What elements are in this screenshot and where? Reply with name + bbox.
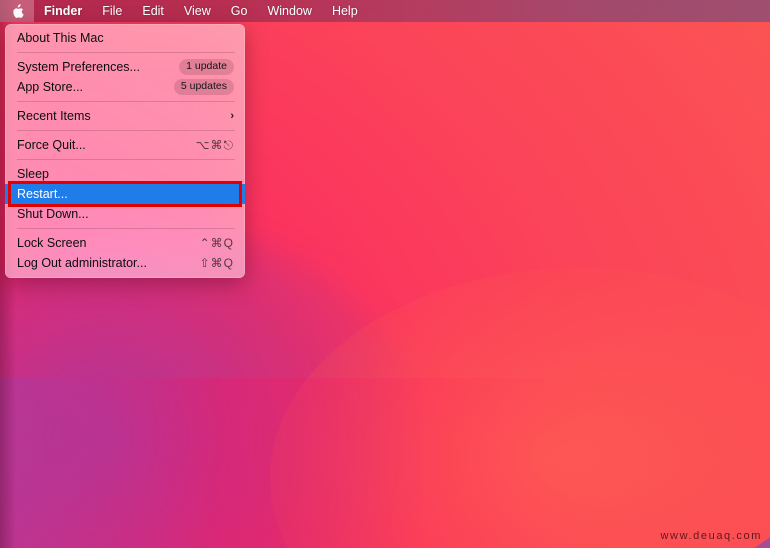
- menu-item-log-out[interactable]: Log Out administrator... ⇧⌘Q: [5, 253, 245, 273]
- desktop-screen: Finder File Edit View Go Window Help Abo…: [0, 0, 770, 548]
- menu-item-label: Shut Down...: [17, 207, 89, 221]
- menu-item-label: Sleep: [17, 167, 49, 181]
- menu-item-force-quit[interactable]: Force Quit... ⌥⌘⎋: [5, 135, 245, 155]
- menu-bar-item-go[interactable]: Go: [221, 0, 258, 22]
- menu-bar-item-finder[interactable]: Finder: [34, 0, 92, 22]
- menu-item-about-this-mac[interactable]: About This Mac: [5, 28, 245, 48]
- menu-bar: Finder File Edit View Go Window Help: [0, 0, 770, 22]
- menu-item-sleep[interactable]: Sleep: [5, 164, 245, 184]
- keyboard-shortcut: ⌥⌘⎋: [195, 137, 234, 152]
- menu-bar-item-window[interactable]: Window: [257, 0, 321, 22]
- keyboard-shortcut: ⇧⌘Q: [199, 256, 234, 270]
- menu-item-label: Force Quit...: [17, 138, 86, 152]
- menu-separator: [17, 52, 235, 53]
- menu-item-system-preferences[interactable]: System Preferences... 1 update: [5, 57, 245, 77]
- menu-item-label: System Preferences...: [17, 60, 140, 74]
- apple-menu-button[interactable]: [0, 0, 34, 22]
- menu-separator: [17, 228, 235, 229]
- menu-bar-item-edit[interactable]: Edit: [132, 0, 174, 22]
- menu-bar-item-help[interactable]: Help: [322, 0, 368, 22]
- menu-bar-item-view[interactable]: View: [174, 0, 221, 22]
- menu-separator: [17, 130, 235, 131]
- restart-annotation-wrapper: Restart...: [5, 181, 245, 207]
- menu-item-label: Recent Items: [17, 109, 91, 123]
- menu-item-shut-down[interactable]: Shut Down...: [5, 204, 245, 224]
- chevron-right-icon: ›: [230, 110, 234, 122]
- menu-item-label: Lock Screen: [17, 236, 87, 250]
- site-watermark: www.deuaq.com: [660, 530, 762, 542]
- menu-separator: [17, 159, 235, 160]
- update-badge: 1 update: [179, 59, 234, 75]
- menu-separator: [17, 101, 235, 102]
- menu-item-label: Restart...: [17, 187, 68, 201]
- update-badge: 5 updates: [173, 79, 234, 95]
- menu-bar-item-file[interactable]: File: [92, 0, 132, 22]
- keyboard-shortcut: ⌃⌘Q: [199, 236, 234, 250]
- menu-item-restart[interactable]: Restart...: [5, 184, 245, 204]
- menu-item-label: About This Mac: [17, 31, 104, 45]
- menu-item-app-store[interactable]: App Store... 5 updates: [5, 77, 245, 97]
- apple-dropdown-menu: About This Mac System Preferences... 1 u…: [5, 24, 245, 278]
- menu-item-recent-items[interactable]: Recent Items ›: [5, 106, 245, 126]
- menu-item-label: Log Out administrator...: [17, 256, 147, 270]
- menu-item-lock-screen[interactable]: Lock Screen ⌃⌘Q: [5, 233, 245, 253]
- menu-item-label: App Store...: [17, 80, 84, 94]
- wallpaper-bottom-band: [0, 378, 770, 548]
- apple-logo-icon: [11, 3, 24, 19]
